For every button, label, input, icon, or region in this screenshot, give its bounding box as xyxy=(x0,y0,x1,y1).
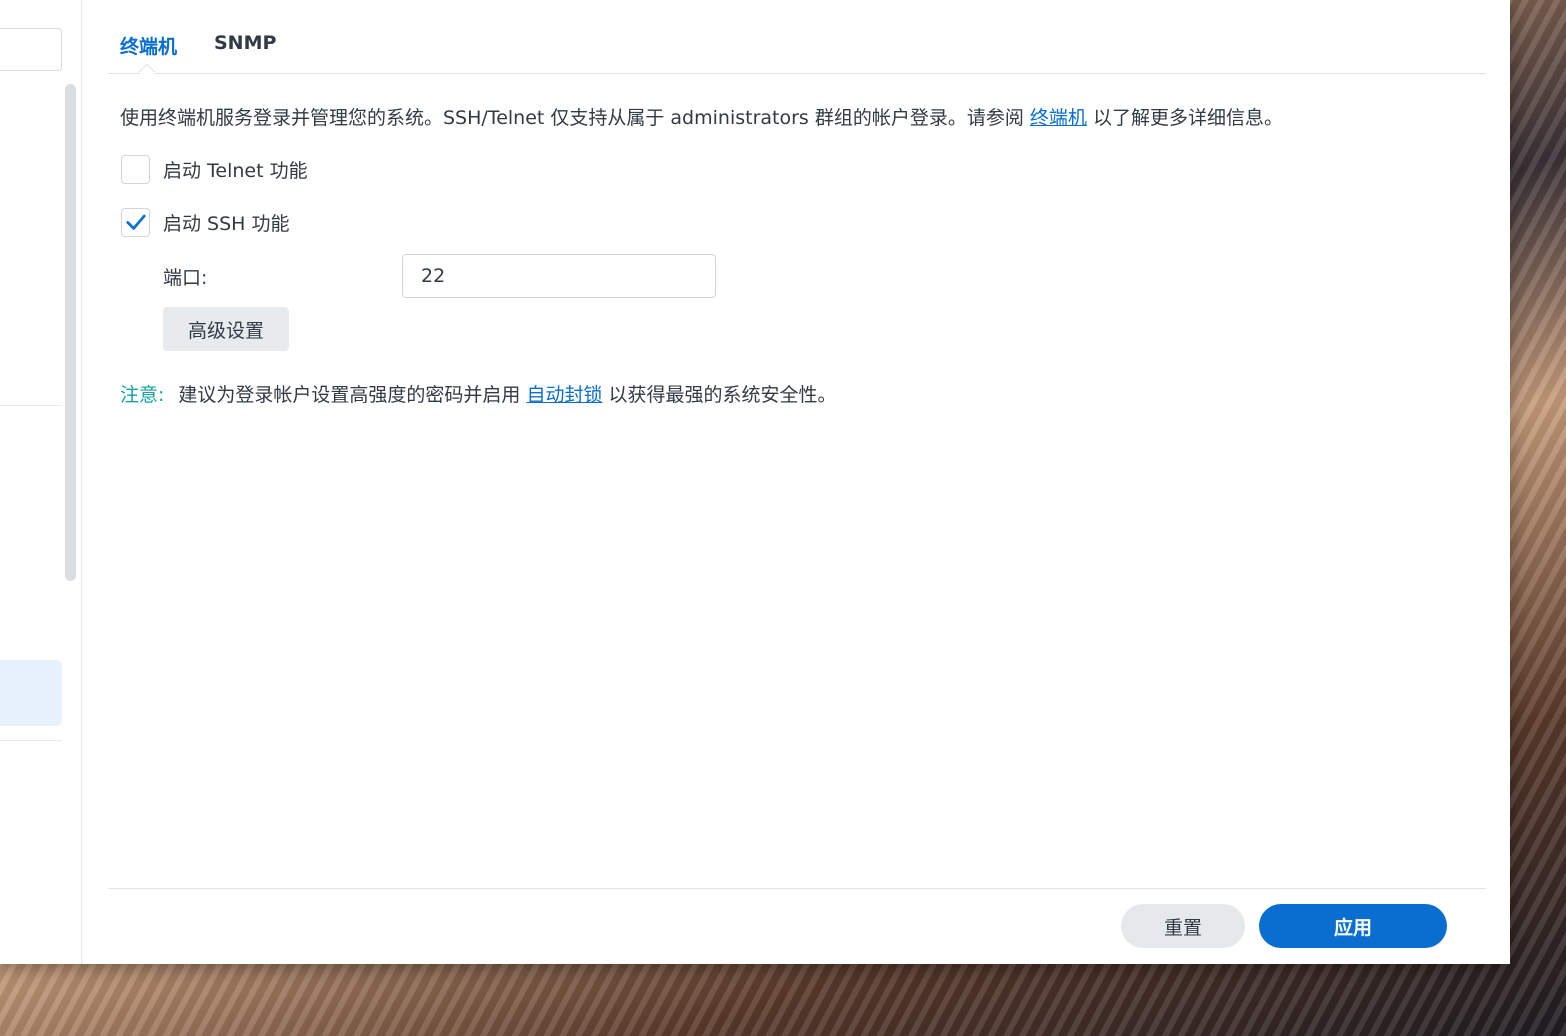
telnet-checkbox[interactable] xyxy=(121,154,150,184)
tab-bar: 终端机 SNMP xyxy=(108,26,1486,81)
security-note: 注意: 建议为登录帐户设置高强度的密码并启用 自动封锁 以获得最强的系统安全性。 xyxy=(120,380,837,407)
ssh-checkbox[interactable] xyxy=(121,207,150,237)
tab-snmp[interactable]: SNMP xyxy=(214,32,276,54)
checkmark-icon xyxy=(125,214,146,230)
port-input[interactable] xyxy=(402,254,716,298)
auto-block-link[interactable]: 自动封锁 xyxy=(526,384,602,406)
sidebar xyxy=(0,0,82,964)
description-text-end: 以了解更多详细信息。 xyxy=(1086,107,1283,129)
control-panel-window: 终端机 SNMP 使用终端机服务登录并管理您的系统。SSH/Telnet 仅支持… xyxy=(0,0,1510,964)
active-tab-indicator xyxy=(138,63,156,81)
footer-divider xyxy=(108,888,1486,889)
telnet-option[interactable]: 启动 Telnet 功能 xyxy=(121,154,308,184)
ssh-label: 启动 SSH 功能 xyxy=(163,212,290,235)
sidebar-divider xyxy=(0,740,62,741)
note-text: 建议为登录帐户设置高强度的密码并启用 xyxy=(178,384,527,406)
sidebar-divider xyxy=(0,405,62,406)
description-text: 使用终端机服务登录并管理您的系统。SSH/Telnet 仅支持从属于 admin… xyxy=(120,107,1030,129)
sidebar-item-selected[interactable] xyxy=(0,660,62,726)
note-label: 注意: xyxy=(120,384,165,406)
sidebar-scrollbar[interactable] xyxy=(65,84,76,581)
port-label: 端口: xyxy=(163,267,208,289)
tab-terminal[interactable]: 终端机 xyxy=(120,32,177,59)
ssh-option[interactable]: 启动 SSH 功能 xyxy=(121,207,290,237)
service-description: 使用终端机服务登录并管理您的系统。SSH/Telnet 仅支持从属于 admin… xyxy=(120,103,1283,130)
apply-button[interactable]: 应用 xyxy=(1259,904,1447,948)
terminal-help-link[interactable]: 终端机 xyxy=(1030,107,1087,129)
reset-button[interactable]: 重置 xyxy=(1121,904,1245,948)
note-text-end: 以获得最强的系统安全性。 xyxy=(602,384,837,406)
telnet-label: 启动 Telnet 功能 xyxy=(163,159,308,182)
advanced-settings-button[interactable]: 高级设置 xyxy=(163,307,289,351)
sidebar-search-input[interactable] xyxy=(0,28,62,71)
